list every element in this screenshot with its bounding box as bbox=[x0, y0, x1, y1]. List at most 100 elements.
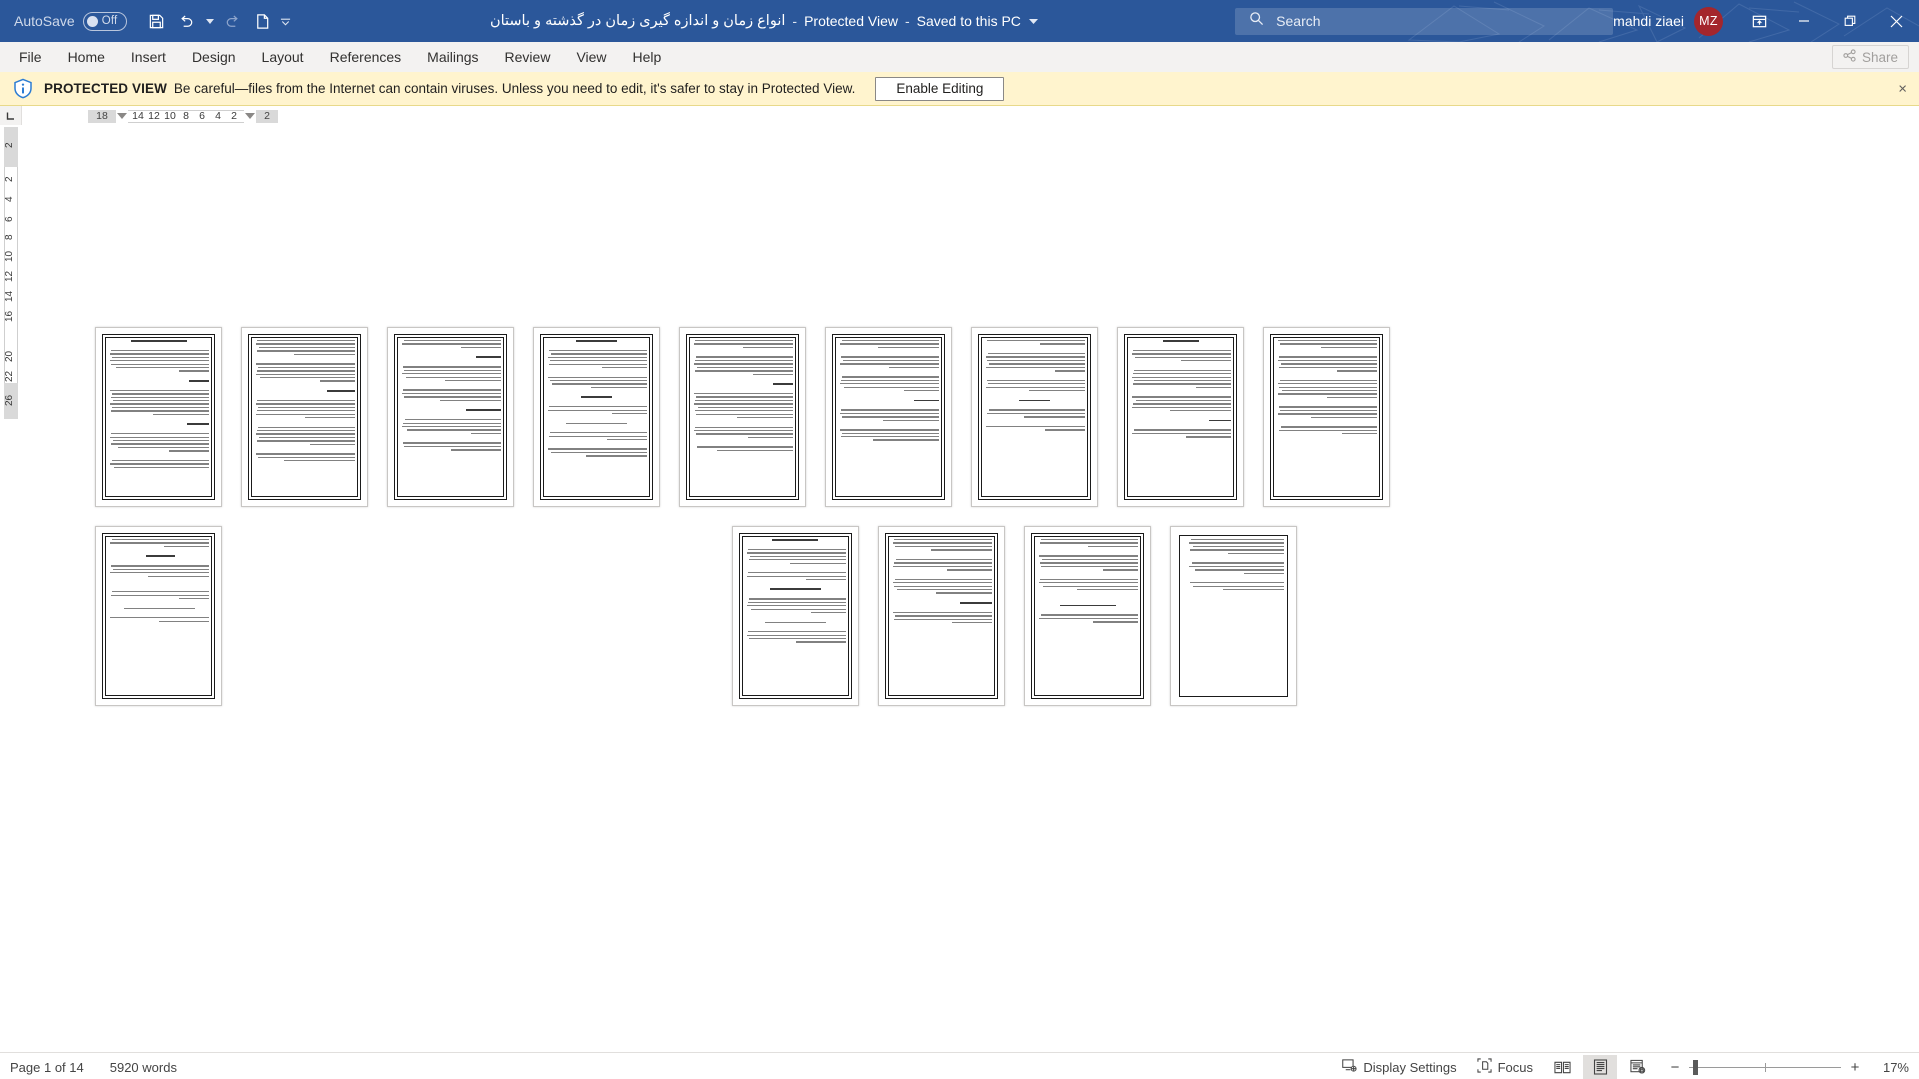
protected-view-banner: PROTECTED VIEW Be careful—files from the… bbox=[0, 72, 1919, 106]
page-thumbnail[interactable] bbox=[825, 327, 952, 507]
tab-stop-selector[interactable] bbox=[0, 106, 22, 125]
page-thumbnail[interactable] bbox=[387, 327, 514, 507]
document-title-area: انواع زمان و اندازه گیری زمان در گذشته و… bbox=[293, 13, 1235, 29]
ruler-number-18: 18 bbox=[88, 109, 116, 123]
save-icon[interactable] bbox=[143, 7, 171, 35]
protected-view-status: Protected View bbox=[804, 13, 898, 29]
protected-view-message: Be careful—files from the Internet can c… bbox=[173, 81, 856, 96]
page-text-lines bbox=[1130, 340, 1231, 494]
share-label: Share bbox=[1861, 49, 1898, 65]
redo-icon[interactable] bbox=[219, 7, 247, 35]
page-thumbnail[interactable] bbox=[95, 327, 222, 507]
zoom-track-midpoint bbox=[1765, 1062, 1766, 1072]
page-thumbnail[interactable] bbox=[1117, 327, 1244, 507]
avatar[interactable]: MZ bbox=[1694, 6, 1723, 36]
page-thumbnail[interactable] bbox=[732, 526, 859, 706]
autosave-toggle-knob bbox=[86, 15, 98, 27]
page-thumbnail[interactable] bbox=[679, 327, 806, 507]
ruler-number-10: 10 bbox=[164, 110, 176, 122]
title-bar: AutoSave Off انواع زمان و اندازه گیری زم… bbox=[0, 0, 1919, 42]
workspace: 2 2 4 6 8 10 12 14 16 18 20 22 26 bbox=[0, 125, 1919, 1052]
tab-insert[interactable]: Insert bbox=[118, 42, 179, 72]
protected-view-title: PROTECTED VIEW bbox=[44, 81, 167, 96]
autosave-label: AutoSave bbox=[14, 13, 75, 29]
right-indent-marker-icon[interactable] bbox=[245, 112, 255, 119]
tab-design[interactable]: Design bbox=[179, 42, 249, 72]
save-location-label[interactable]: Saved to this PC bbox=[917, 13, 1021, 29]
share-button[interactable]: Share bbox=[1831, 45, 1909, 69]
print-layout-icon[interactable] bbox=[1583, 1054, 1617, 1079]
save-location-chevron-down-icon[interactable] bbox=[1028, 16, 1038, 26]
enable-editing-button[interactable]: Enable Editing bbox=[875, 76, 1005, 101]
read-mode-icon[interactable] bbox=[1545, 1055, 1579, 1079]
page-indicator[interactable]: Page 1 of 14 bbox=[10, 1060, 84, 1075]
page-thumbnail[interactable] bbox=[971, 327, 1098, 507]
page-text-lines bbox=[108, 539, 209, 693]
title-separator-2: - bbox=[904, 13, 910, 29]
ribbon-tabs: File Home Insert Design Layout Reference… bbox=[0, 42, 674, 72]
window-controls bbox=[1781, 0, 1919, 42]
vertical-ruler-number-top-2: 2 bbox=[4, 142, 15, 148]
new-blank-document-icon[interactable] bbox=[249, 7, 277, 35]
focus-label: Focus bbox=[1497, 1059, 1533, 1075]
tab-review[interactable]: Review bbox=[492, 42, 564, 72]
page-text-lines bbox=[108, 340, 209, 494]
undo-dropdown-chevron-down-icon[interactable] bbox=[203, 7, 217, 35]
page-text-lines bbox=[1037, 539, 1138, 693]
tab-mailings[interactable]: Mailings bbox=[414, 42, 491, 72]
autosave-toggle[interactable]: Off bbox=[82, 11, 127, 31]
close-button[interactable] bbox=[1873, 0, 1919, 42]
page-text-lines bbox=[984, 340, 1085, 494]
web-layout-icon[interactable] bbox=[1621, 1055, 1655, 1079]
tab-home[interactable]: Home bbox=[55, 42, 118, 72]
page-thumbnail[interactable] bbox=[1024, 526, 1151, 706]
word-count[interactable]: 5920 words bbox=[110, 1060, 177, 1075]
page-text-lines bbox=[1276, 340, 1377, 494]
focus-button[interactable]: Focus bbox=[1467, 1053, 1543, 1079]
autosave-state-label: Off bbox=[101, 15, 118, 27]
page-thumbnail[interactable] bbox=[533, 327, 660, 507]
tab-references[interactable]: References bbox=[317, 42, 415, 72]
zoom-in-button[interactable]: + bbox=[1845, 1059, 1865, 1076]
page-thumbnail[interactable] bbox=[1170, 526, 1297, 706]
page-thumbnails-grid bbox=[95, 327, 1505, 706]
display-settings-button[interactable]: Display Settings bbox=[1332, 1053, 1466, 1079]
zoom-track[interactable] bbox=[1689, 1059, 1841, 1075]
ruler-number-2: 2 bbox=[231, 110, 237, 122]
page-text-lines bbox=[692, 340, 793, 494]
ruler-number-8: 8 bbox=[183, 110, 189, 122]
vertical-ruler-number-6: 6 bbox=[4, 216, 15, 222]
horizontal-ruler-row: 18 14 12 10 8 6 4 2 2 bbox=[0, 106, 1919, 125]
tab-help[interactable]: Help bbox=[620, 42, 675, 72]
zoom-level[interactable]: 17% bbox=[1871, 1060, 1909, 1075]
status-bar-left: Page 1 of 14 5920 words bbox=[0, 1060, 177, 1075]
horizontal-ruler[interactable]: 18 14 12 10 8 6 4 2 2 bbox=[22, 106, 1919, 125]
account-button[interactable]: mahdi ziaei MZ bbox=[1613, 6, 1723, 36]
customize-quick-access-toolbar-icon[interactable] bbox=[279, 7, 293, 35]
display-settings-icon bbox=[1342, 1058, 1357, 1076]
info-shield-icon bbox=[12, 78, 34, 100]
page-thumbnail[interactable] bbox=[95, 526, 222, 706]
ribbon-display-options-icon[interactable] bbox=[1737, 0, 1781, 42]
vertical-ruler[interactable]: 2 2 4 6 8 10 12 14 16 18 20 22 26 bbox=[0, 125, 22, 1052]
first-line-indent-marker-icon[interactable] bbox=[117, 112, 127, 119]
page-thumbnail[interactable] bbox=[878, 526, 1005, 706]
tab-file[interactable]: File bbox=[6, 42, 55, 72]
zoom-thumb[interactable] bbox=[1693, 1059, 1698, 1075]
search-input[interactable]: Search bbox=[1235, 7, 1614, 35]
minimize-button[interactable] bbox=[1781, 0, 1827, 42]
restore-button[interactable] bbox=[1827, 0, 1873, 42]
zoom-out-button[interactable]: − bbox=[1665, 1059, 1685, 1076]
zoom-slider[interactable]: − + bbox=[1665, 1059, 1865, 1076]
page-thumbnail[interactable] bbox=[241, 327, 368, 507]
tab-layout[interactable]: Layout bbox=[249, 42, 317, 72]
undo-icon[interactable] bbox=[173, 7, 201, 35]
vertical-ruler-number-2: 2 bbox=[4, 176, 15, 182]
tab-view[interactable]: View bbox=[563, 42, 619, 72]
page-text-lines bbox=[400, 340, 501, 494]
vertical-ruler-number-20: 20 bbox=[4, 350, 15, 362]
page-thumbnail[interactable] bbox=[1263, 327, 1390, 507]
autosave-control[interactable]: AutoSave Off bbox=[14, 11, 127, 31]
document-canvas[interactable] bbox=[22, 125, 1919, 1052]
close-banner-icon[interactable]: × bbox=[1898, 81, 1907, 96]
